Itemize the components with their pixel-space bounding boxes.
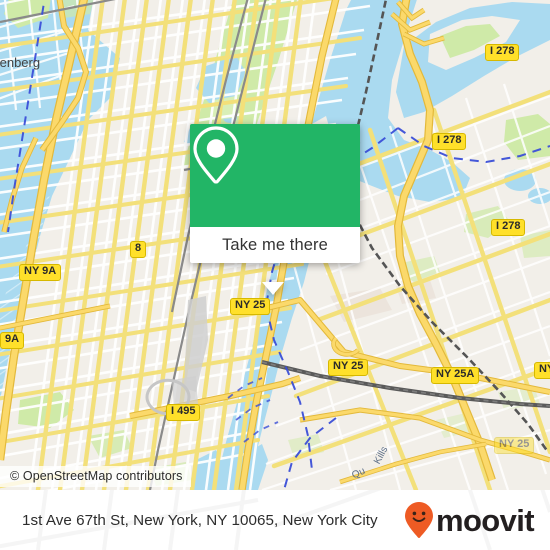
destination-popup[interactable]: Take me there: [190, 124, 360, 295]
popup-tail: [262, 282, 284, 295]
highway-shield: I 278: [485, 44, 520, 61]
highway-shield: NY 25: [494, 437, 535, 454]
highway-shield: NY 25: [230, 298, 271, 315]
highway-shield: I 495: [166, 404, 201, 421]
popup-cta-label: Take me there: [222, 235, 328, 254]
moovit-pin-icon: [404, 502, 433, 538]
map-screenshot: I 278 I 278 I 278 NY 9A 9A 8 NY 25 NY 25 NY 25A N…: [0, 0, 550, 550]
popup-header: [190, 124, 360, 227]
highway-shield: NY: [534, 362, 550, 379]
map-canvas[interactable]: I 278 I 278 I 278 NY 9A 9A 8 NY 25 NY 25 NY 25A N…: [0, 0, 550, 490]
map-pin-icon: [193, 126, 239, 184]
address-label: 1st Ave 67th St, New York, NY 10065, New…: [22, 511, 378, 529]
highway-shield: 9A: [0, 332, 25, 349]
highway-shield: I 278: [432, 133, 467, 150]
highway-shield: NY 9A: [19, 264, 62, 281]
map-attribution[interactable]: © OpenStreetMap contributors: [0, 466, 191, 487]
highway-shield: NY 25: [328, 359, 369, 376]
moovit-logo[interactable]: moovit: [404, 501, 535, 539]
highway-shield: NY 25A: [431, 367, 480, 384]
footer-bar: 1st Ave 67th St, New York, NY 10065, New…: [0, 490, 550, 550]
moovit-wordmark: moovit: [435, 502, 535, 538]
popup-cta[interactable]: Take me there: [190, 227, 360, 263]
highway-shield: I 278: [491, 219, 526, 236]
highway-shield: 8: [130, 241, 147, 258]
place-label: tenberg: [0, 55, 41, 70]
